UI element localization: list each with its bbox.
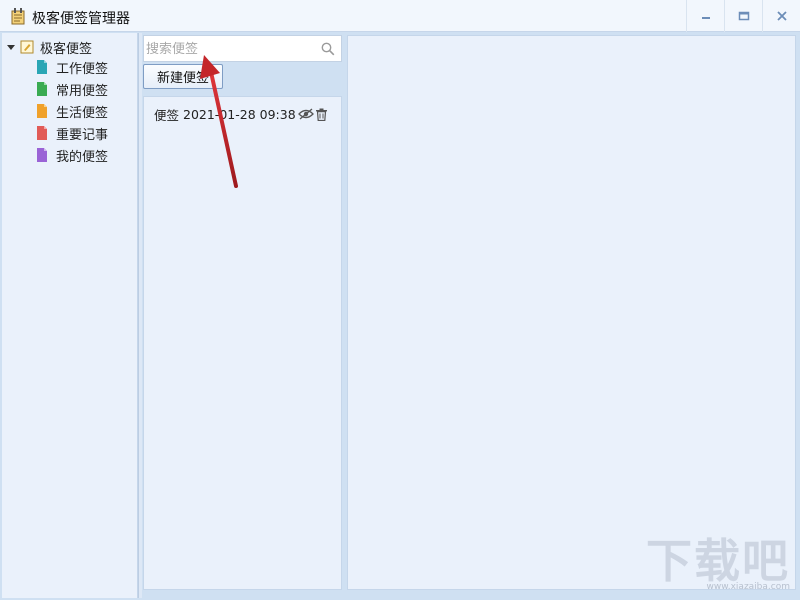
new-note-button[interactable]: 新建便签 [143,64,223,89]
search-input[interactable] [146,39,318,59]
delete-trash-icon[interactable] [315,108,328,121]
tree-root-item[interactable]: 极客便签 [6,37,92,57]
watermark-logo: 下载吧 www.xiazaiba.com [646,534,790,592]
window-controls [686,0,800,32]
tree-item-label: 工作便签 [56,61,109,77]
title-bar: 极客便签管理器 [0,0,800,32]
search-icon[interactable] [321,42,335,56]
minimize-button[interactable] [686,0,724,32]
hide-eye-icon[interactable] [297,108,314,120]
tree-item-common[interactable]: 常用便签 [36,79,108,99]
tree-item-label: 常用便签 [56,83,109,99]
tree-item-important[interactable]: 重要记事 [36,123,108,143]
tree-item-label: 我的便签 [56,149,109,165]
tree-root-label: 极客便签 [40,41,93,57]
notepad-app-icon [11,8,25,25]
tree-item-label: 重要记事 [56,127,109,143]
note-timestamp: 2021-01-28 09:38 [183,106,296,122]
maximize-icon [738,11,749,21]
search-box [143,35,342,62]
note-icon [37,104,47,118]
note-icon [37,126,47,140]
note-title: 便签 [154,107,180,123]
close-button[interactable] [762,0,800,32]
notebook-icon [20,40,34,54]
close-icon [776,11,787,21]
note-content-panel[interactable] [347,35,796,590]
list-item[interactable]: 便签 2021-01-28 09:38 [154,105,328,123]
maximize-button[interactable] [724,0,762,32]
note-icon [37,148,47,162]
tree-item-mine[interactable]: 我的便签 [36,145,108,165]
minimize-icon [701,17,710,19]
expand-caret-icon[interactable] [6,42,16,52]
category-tree: 极客便签 工作便签 常用便签 生活便签 重要记事 我的便签 [2,33,138,598]
note-list: 便签 2021-01-28 09:38 [143,96,342,590]
note-icon [37,82,47,96]
tree-item-work[interactable]: 工作便签 [36,57,108,77]
note-icon [37,60,47,74]
panel-splitter[interactable] [138,33,142,598]
tree-item-label: 生活便签 [56,105,109,121]
window-title: 极客便签管理器 [32,11,130,27]
tree-item-life[interactable]: 生活便签 [36,101,108,121]
